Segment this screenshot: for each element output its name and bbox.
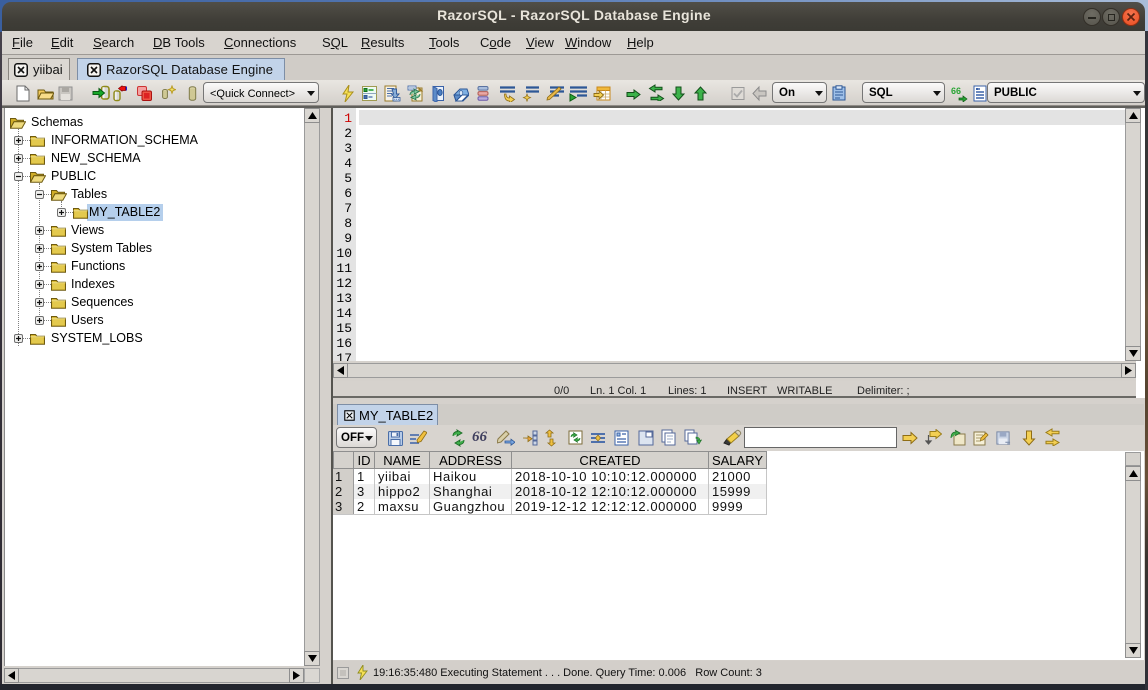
svg-text:66: 66 bbox=[951, 86, 961, 96]
